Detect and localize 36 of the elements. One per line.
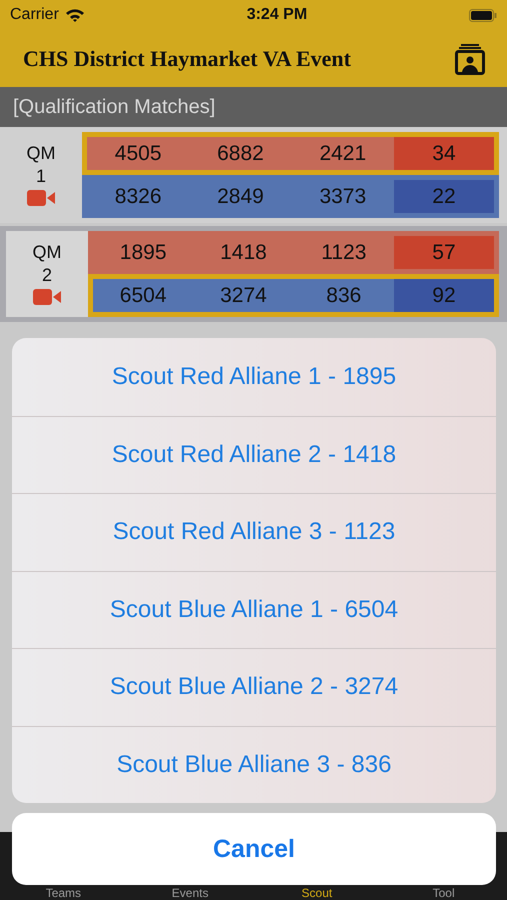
team-number: 6504 — [93, 279, 194, 312]
scout-action-button[interactable]: Scout Red Alliane 2 - 1418 — [12, 416, 496, 493]
tab-label[interactable]: Teams — [0, 886, 127, 900]
alliance-score: 57 — [394, 236, 494, 269]
tab-label[interactable]: Tool — [380, 886, 507, 900]
section-header: [Qualification Matches] — [13, 96, 216, 118]
team-number: 6882 — [189, 137, 292, 170]
event-title: CHS District Haymarket VA Event — [23, 46, 351, 72]
carrier-label: Carrier — [10, 6, 59, 24]
tab-label[interactable]: Scout — [254, 886, 380, 900]
tab-label[interactable]: Events — [126, 886, 254, 900]
match-type: QM — [32, 242, 62, 263]
scout-action-button[interactable]: Scout Blue Alliane 1 - 6504 — [12, 570, 496, 648]
match-type: QM — [26, 143, 56, 164]
contact-card-icon[interactable] — [455, 42, 485, 74]
alliance-score: 92 — [394, 279, 494, 312]
team-number: 4505 — [87, 137, 190, 170]
match-number: 1 — [36, 166, 46, 187]
team-number: 2421 — [292, 137, 394, 170]
alliance-score: 22 — [394, 180, 494, 213]
scout-action-button[interactable]: Scout Blue Alliane 2 - 3274 — [12, 648, 496, 726]
wifi-icon — [64, 8, 85, 22]
cancel-button[interactable]: Cancel — [12, 813, 496, 885]
team-number: 836 — [294, 279, 394, 312]
video-camera-icon[interactable] — [27, 189, 55, 207]
match-row[interactable]: QM 1 4505 6882 2421 34 8326 2849 3373 22 — [0, 127, 507, 223]
alliance-score: 34 — [394, 137, 494, 170]
scout-action-button[interactable]: Scout Blue Alliane 3 - 836 — [12, 726, 496, 803]
scout-action-button[interactable]: Scout Red Alliane 3 - 1123 — [12, 493, 496, 570]
match-row[interactable]: QM 2 1895 1418 1123 57 6504 3274 836 92 — [0, 226, 507, 322]
clock-time: 3:24 PM — [246, 6, 308, 24]
team-number: 3274 — [193, 279, 294, 312]
video-camera-icon[interactable] — [33, 288, 61, 306]
battery-icon — [468, 8, 497, 22]
match-number: 2 — [42, 265, 52, 286]
scout-action-button[interactable]: Scout Red Alliane 1 - 1895 — [12, 338, 496, 416]
